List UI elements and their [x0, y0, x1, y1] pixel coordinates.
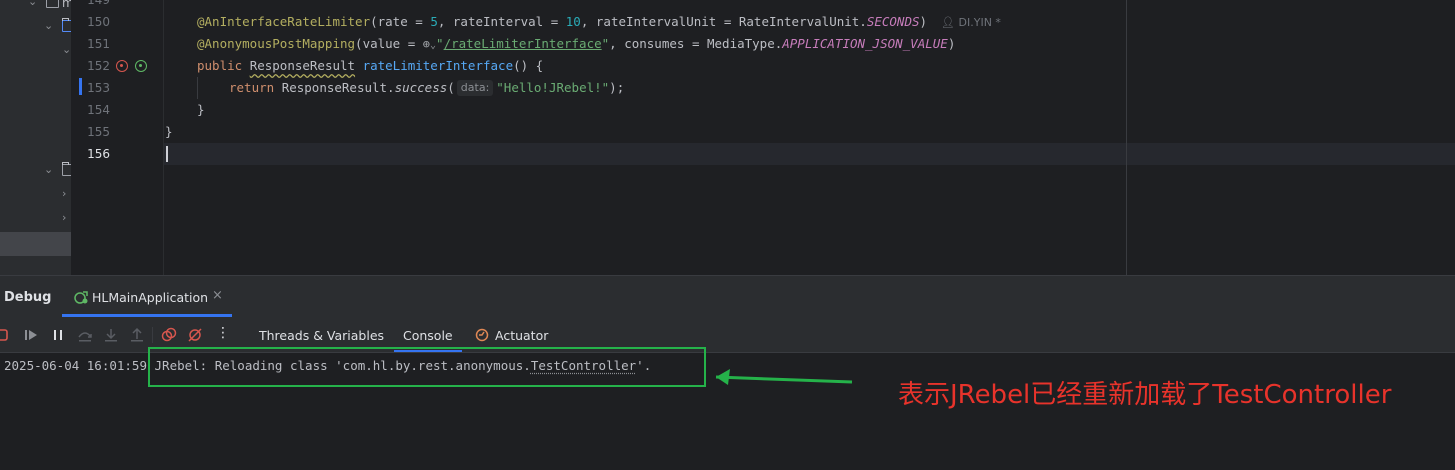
line-number: 153 [87, 81, 110, 95]
toolbar-divider [152, 327, 153, 343]
code-line-155[interactable]: } [165, 121, 173, 143]
author-label: DI.YIN * [958, 16, 1001, 29]
method-call-token: success [394, 80, 448, 95]
tree-row[interactable]: › [0, 184, 71, 208]
active-tab-indicator [62, 314, 232, 317]
code-token: ) [947, 36, 956, 51]
line-number: 151 [87, 37, 110, 51]
parameter-hint: data: [456, 80, 494, 96]
current-line-highlight [71, 143, 1455, 165]
line-number: 150 [87, 15, 110, 29]
code-token: , rateInterval = [437, 14, 566, 29]
chevron-right-icon[interactable]: › [62, 212, 71, 223]
spring-boot-icon [74, 291, 88, 304]
line-number: 152 [87, 59, 110, 73]
line-number: 156 [87, 147, 110, 161]
keyword-token: public [197, 58, 243, 73]
log-timestamp: 2025-06-04 16:01:59 [4, 358, 147, 373]
actuator-icon [475, 328, 489, 342]
run-config-label: HLMainApplication [92, 290, 209, 305]
endpoint-link[interactable]: /rateLimiterInterface [444, 36, 602, 51]
text-caret [166, 146, 168, 162]
globe-icon[interactable]: ⊕ [423, 33, 430, 55]
code-editor[interactable]: 149 150 151 152 153 154 155 156 @AnInter… [71, 0, 1455, 275]
indent-guide [197, 77, 198, 99]
tree-row[interactable]: ⌄ [0, 40, 71, 64]
tab-console[interactable]: Console [403, 328, 453, 343]
step-into-icon[interactable] [103, 327, 119, 343]
number-token: 10 [565, 14, 581, 29]
annotation-arrow [715, 369, 853, 385]
constant-token: SECONDS [866, 14, 920, 29]
tree-row[interactable]: › [0, 208, 71, 232]
number-token: 5 [430, 14, 438, 29]
folder-icon [46, 0, 59, 8]
tree-row[interactable]: ⌄ [0, 160, 71, 184]
code-line-154[interactable]: } [197, 99, 205, 121]
tree-item-label: m [62, 0, 71, 10]
code-token: , consumes = MediaType. [609, 36, 783, 51]
code-line-151[interactable]: @AnonymousPostMapping(value = ⊕⌄"/rateLi… [197, 33, 955, 55]
step-over-icon[interactable] [77, 327, 93, 343]
string-token: " [436, 36, 444, 51]
author-hint[interactable]: 👤︎ DI.YIN * [941, 16, 1001, 29]
code-token: ); [609, 80, 625, 95]
line-number: 155 [87, 125, 110, 139]
tree-row[interactable]: ⌄ [0, 16, 71, 40]
string-token: "Hello!JRebel!" [496, 80, 610, 95]
keyword-token: return [229, 80, 275, 95]
tree-row[interactable]: ⌄ m [0, 0, 71, 16]
line-number: 154 [87, 103, 110, 117]
code-token: ( [447, 80, 455, 95]
code-token: } [165, 124, 173, 139]
tab-actuator[interactable]: Actuator [495, 328, 548, 343]
annotation-token: @AnonymousPostMapping [197, 36, 356, 51]
more-options-icon[interactable]: ⋮ [216, 325, 230, 341]
resume-icon[interactable] [23, 327, 39, 343]
annotation-token: @AnInterfaceRateLimiter [197, 14, 371, 29]
debug-title: Debug [4, 290, 52, 305]
type-token: ResponseResult [249, 58, 356, 73]
mute-breakpoints-icon[interactable] [187, 327, 203, 343]
right-margin-guide [1126, 0, 1127, 275]
code-token: ResponseResult. [281, 80, 395, 95]
code-token: (value = [355, 36, 423, 51]
vcs-change-marker[interactable] [79, 78, 82, 95]
close-icon[interactable]: × [212, 288, 223, 303]
pause-icon[interactable] [50, 327, 66, 343]
spring-bean-icon[interactable] [135, 60, 147, 72]
constant-token: APPLICATION_JSON_VALUE [782, 36, 948, 51]
line-number: 149 [87, 0, 110, 7]
code-token: , rateIntervalUnit = RateIntervalUnit. [580, 14, 867, 29]
highlight-box [148, 347, 706, 387]
annotation-text: 表示JRebel已经重新加载了TestController [898, 380, 1392, 410]
editor-gutter[interactable]: 149 150 151 152 153 154 155 156 [71, 0, 164, 275]
chevron-down-icon[interactable]: ⌄ [62, 44, 71, 55]
project-tree: ⌄ m ⌄ ⌄ ⌄ › › [0, 0, 71, 275]
method-name-token: rateLimiterInterface [362, 58, 514, 73]
code-line-150[interactable]: @AnInterfaceRateLimiter(rate = 5, rateIn… [197, 11, 1001, 33]
code-token: } [197, 102, 205, 117]
chevron-down-icon[interactable]: ⌄ [28, 0, 38, 7]
code-token: ) [919, 14, 928, 29]
step-out-icon[interactable] [129, 327, 145, 343]
code-line-152[interactable]: public ResponseResult rateLimiterInterfa… [197, 55, 543, 77]
gutter-separator [163, 0, 164, 275]
folder-icon [62, 162, 71, 176]
source-folder-icon [62, 18, 71, 32]
chevron-down-icon[interactable]: ⌄ [44, 20, 54, 31]
request-mapping-icon[interactable] [116, 60, 128, 72]
tree-row-selected[interactable] [0, 232, 71, 256]
chevron-down-icon[interactable]: ⌄ [44, 164, 54, 175]
code-line-153[interactable]: return ResponseResult.success(data: "Hell… [229, 77, 624, 99]
code-token: () { [513, 58, 544, 73]
debug-header: Debug HLMainApplication × [0, 276, 1455, 318]
view-breakpoints-icon[interactable] [161, 327, 177, 343]
stop-icon[interactable] [0, 327, 10, 343]
chevron-right-icon[interactable]: › [62, 188, 71, 199]
code-token: (rate = [370, 14, 431, 29]
tab-threads-variables[interactable]: Threads & Variables [259, 328, 384, 343]
